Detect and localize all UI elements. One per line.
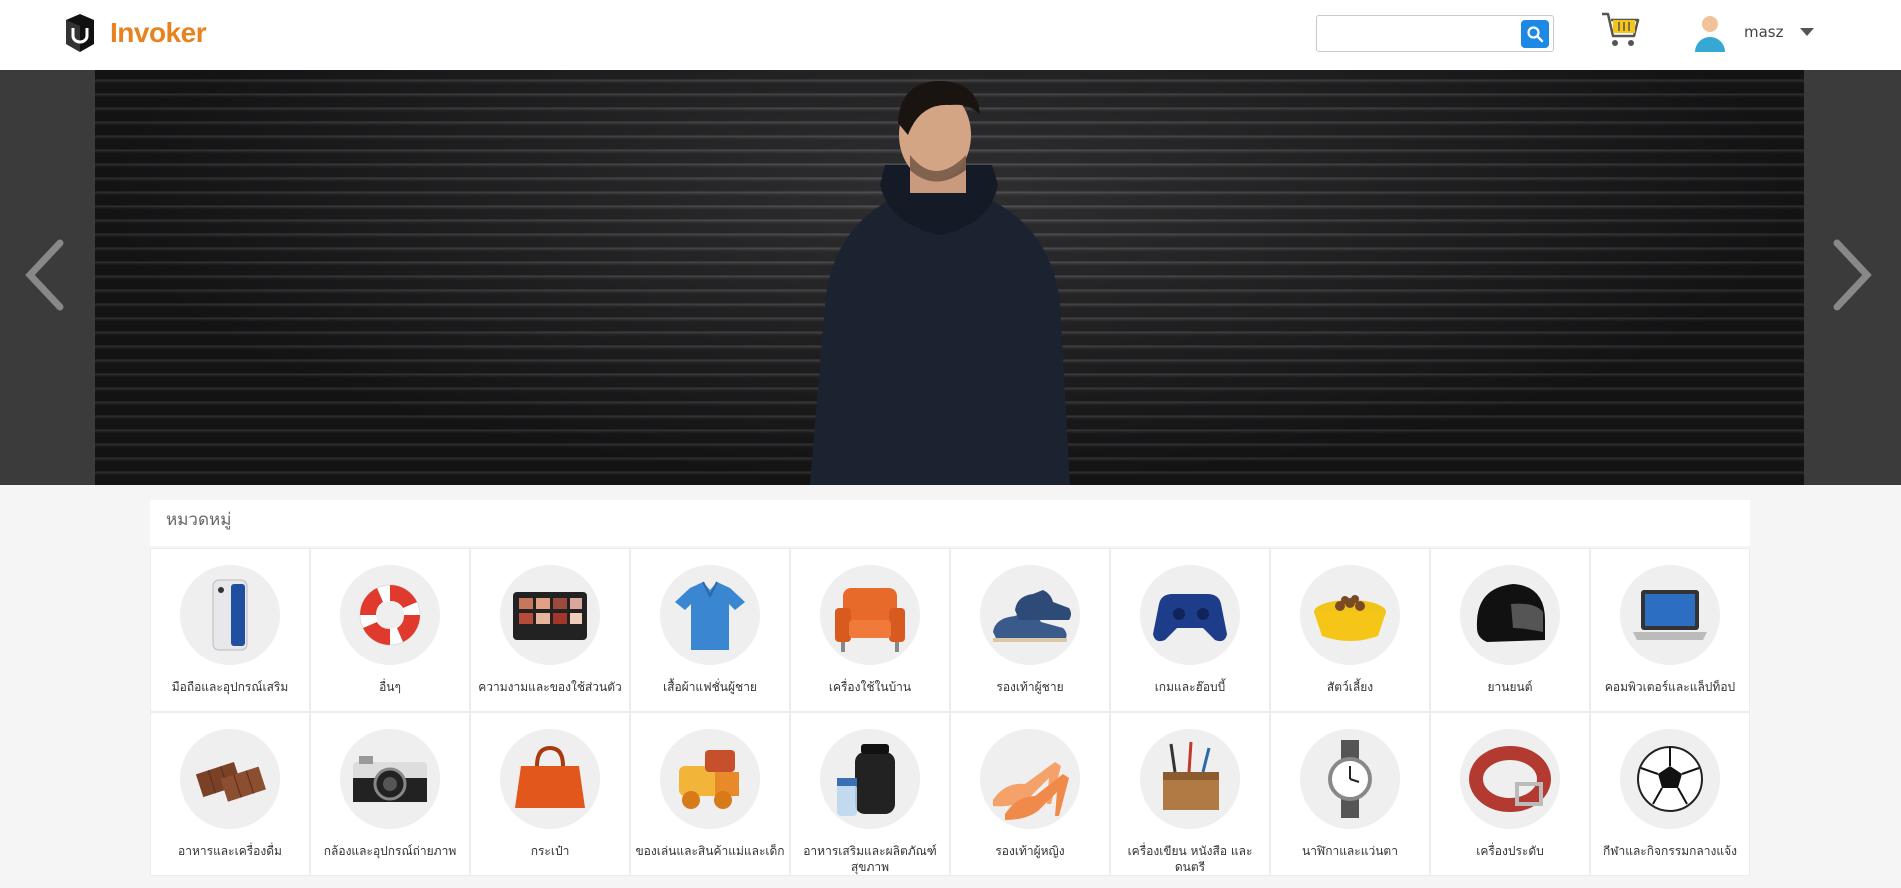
supplement-icon (820, 729, 920, 829)
watch-icon (1300, 729, 1400, 829)
search-input[interactable] (1317, 16, 1517, 51)
category-item[interactable]: กีฬาและกิจกรรมกลางแจ้ง (1590, 712, 1750, 876)
category-item[interactable]: นาฬิกาและแว่นตา (1270, 712, 1430, 876)
search-box (1316, 15, 1554, 52)
mens-shoes-icon (980, 565, 1080, 665)
categories-section: หมวดหมู่ มือถือและอุปกรณ์เสริม อื่นๆ ความง… (150, 500, 1750, 876)
category-label: สัตว์เลี้ยง (1326, 680, 1374, 694)
user-menu[interactable]: masz (1692, 12, 1814, 52)
category-item[interactable]: อื่นๆ (310, 548, 470, 712)
smartphone-icon (180, 565, 280, 665)
category-label: กล้องและอุปกรณ์ถ่ายภาพ (323, 844, 457, 858)
makeup-palette-icon (500, 565, 600, 665)
category-item[interactable]: คอมพิวเตอร์และแล็ปท็อป (1590, 548, 1750, 712)
avatar-icon (1695, 16, 1725, 52)
brand-name: Invoker (110, 17, 207, 48)
toy-train-icon (660, 729, 760, 829)
helmet-icon (1460, 565, 1560, 665)
hero-banner (0, 70, 1901, 485)
category-label: ความงามและของใช้ส่วนตัว (478, 680, 622, 694)
category-item[interactable]: สัตว์เลี้ยง (1270, 548, 1430, 712)
polo-shirt-icon (660, 565, 760, 665)
stationery-icon (1140, 729, 1240, 829)
high-heels-icon (980, 729, 1080, 829)
category-item[interactable]: เครื่องเขียน หนังสือ และดนตรี (1110, 712, 1270, 876)
brand-logo[interactable]: Invoker (64, 14, 207, 52)
username: masz (1744, 23, 1784, 41)
chocolate-icon (180, 729, 280, 829)
category-item[interactable]: เครื่องประดับ (1430, 712, 1590, 876)
logo-icon (66, 14, 94, 52)
category-item[interactable]: กล้องและอุปกรณ์ถ่ายภาพ (310, 712, 470, 876)
category-label: รองเท้าผู้ชาย (996, 680, 1064, 694)
categories-title: หมวดหมู่ (150, 500, 1750, 546)
armchair-icon (820, 565, 920, 665)
chevron-down-icon[interactable] (1799, 28, 1814, 36)
belt-icon (1460, 729, 1560, 829)
pet-bowl-icon (1300, 565, 1400, 665)
category-label: เสื้อผ้าแฟชั่นผู้ชาย (663, 680, 757, 694)
handbag-icon (500, 729, 600, 829)
category-item[interactable]: เครื่องใช้ในบ้าน (790, 548, 950, 712)
game-controller-icon (1140, 565, 1240, 665)
category-item[interactable]: กระเป๋า (470, 712, 630, 876)
soccer-ball-icon (1620, 729, 1720, 829)
search-button[interactable] (1521, 20, 1549, 48)
chevron-left-icon[interactable] (22, 235, 72, 315)
categories-grid: มือถือและอุปกรณ์เสริม อื่นๆ ความงามและของใ… (150, 548, 1750, 876)
category-label: เครื่องใช้ในบ้าน (828, 680, 912, 694)
category-label: เครื่องประดับ (1476, 844, 1544, 858)
category-item[interactable]: ยานยนต์ (1430, 548, 1590, 712)
category-item[interactable]: อาหารและเครื่องดื่ม (150, 712, 310, 876)
category-item[interactable]: ความงามและของใช้ส่วนตัว (470, 548, 630, 712)
category-label: อาหารเสริมและผลิตภัณฑ์สุขภาพ (803, 844, 937, 874)
category-item[interactable]: อาหารเสริมและผลิตภัณฑ์สุขภาพ (790, 712, 950, 876)
search-icon (1527, 26, 1544, 43)
category-label: อื่นๆ (379, 680, 401, 694)
category-label: รองเท้าผู้หญิง (995, 844, 1065, 858)
category-label: ของเล่นและสินค้าแม่และเด็ก (635, 844, 785, 858)
cart-icon[interactable] (1600, 10, 1642, 52)
category-label: ยานยนต์ (1487, 680, 1533, 694)
category-item[interactable]: เกมและฮ๊อบบี้ (1110, 548, 1270, 712)
top-header: Invoker masz (0, 0, 1901, 70)
laptop-icon (1620, 565, 1720, 665)
category-label: คอมพิวเตอร์และแล็ปท็อป (1604, 680, 1736, 694)
category-label: นาฬิกาและแว่นตา (1302, 844, 1398, 858)
category-item[interactable]: มือถือและอุปกรณ์เสริม (150, 548, 310, 712)
category-item[interactable]: ของเล่นและสินค้าแม่และเด็ก (630, 712, 790, 876)
category-label: กีฬาและกิจกรรมกลางแจ้ง (1603, 844, 1737, 858)
banner-model-image (810, 80, 1070, 485)
category-item[interactable]: รองเท้าผู้หญิง (950, 712, 1110, 876)
category-label: เครื่องเขียน หนังสือ และดนตรี (1127, 844, 1253, 874)
category-label: กระเป๋า (530, 844, 570, 858)
category-label: เกมและฮ๊อบบี้ (1154, 680, 1226, 694)
category-label: มือถือและอุปกรณ์เสริม (171, 680, 289, 694)
camera-icon (340, 729, 440, 829)
lifebuoy-icon (340, 565, 440, 665)
category-item[interactable]: เสื้อผ้าแฟชั่นผู้ชาย (630, 548, 790, 712)
category-item[interactable]: รองเท้าผู้ชาย (950, 548, 1110, 712)
category-label: อาหารและเครื่องดื่ม (178, 844, 282, 858)
chevron-right-icon[interactable] (1825, 235, 1875, 315)
